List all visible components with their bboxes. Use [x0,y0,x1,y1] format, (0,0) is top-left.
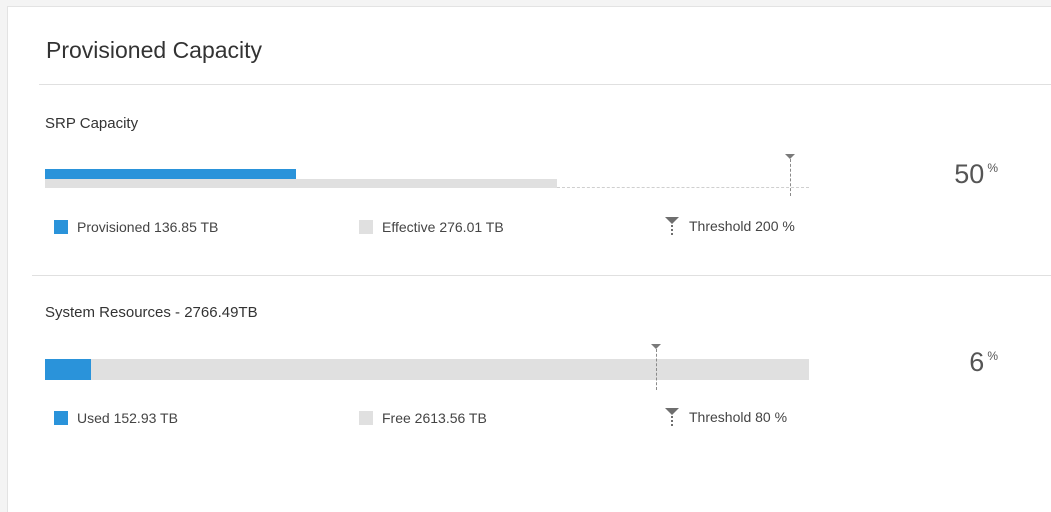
srp-percent-value: 50 [954,159,985,189]
legend-free-label: Free 2613.56 TB [382,410,487,426]
legend-provisioned: Provisioned 136.85 TB [54,219,218,235]
system-percent: 6% [898,347,998,378]
title-divider [39,84,1051,85]
srp-threshold-marker [784,154,796,196]
free-swatch [359,411,373,425]
system-percent-value: 6 [969,347,985,377]
srp-percent-unit: % [987,161,998,175]
srp-remaining-dashed-line [557,187,809,188]
legend-used-label: Used 152.93 TB [77,410,178,426]
srp-provisioned-bar [45,169,296,179]
threshold-icon [664,217,680,235]
srp-percent: 50% [898,159,998,190]
system-section-title: System Resources - 2766.49TB [45,304,258,321]
effective-swatch [359,220,373,234]
system-used-bar [45,359,91,380]
legend-used: Used 152.93 TB [54,410,178,426]
srp-effective-bar [45,179,557,188]
system-free-bar [45,359,809,380]
threshold-stem [656,349,657,390]
threshold-stem [790,159,791,196]
section-divider [32,275,1051,276]
threshold-icon [664,408,680,426]
legend-free: Free 2613.56 TB [359,410,487,426]
legend-threshold-label: Threshold 80 % [689,409,788,425]
used-swatch [54,411,68,425]
srp-section-title: SRP Capacity [45,115,139,132]
legend-provisioned-label: Provisioned 136.85 TB [77,219,219,235]
legend-effective: Effective 276.01 TB [359,219,504,235]
provisioned-capacity-card: Provisioned Capacity SRP Capacity 50% Pr… [7,6,1051,512]
card-title: Provisioned Capacity [46,37,263,63]
legend-threshold: Threshold 80 % [664,408,787,426]
legend-threshold: Threshold 200 % [664,217,795,235]
system-percent-unit: % [987,349,998,363]
system-threshold-marker [650,344,662,390]
legend-threshold-label: Threshold 200 % [689,218,795,234]
provisioned-swatch [54,220,68,234]
legend-effective-label: Effective 276.01 TB [382,219,504,235]
